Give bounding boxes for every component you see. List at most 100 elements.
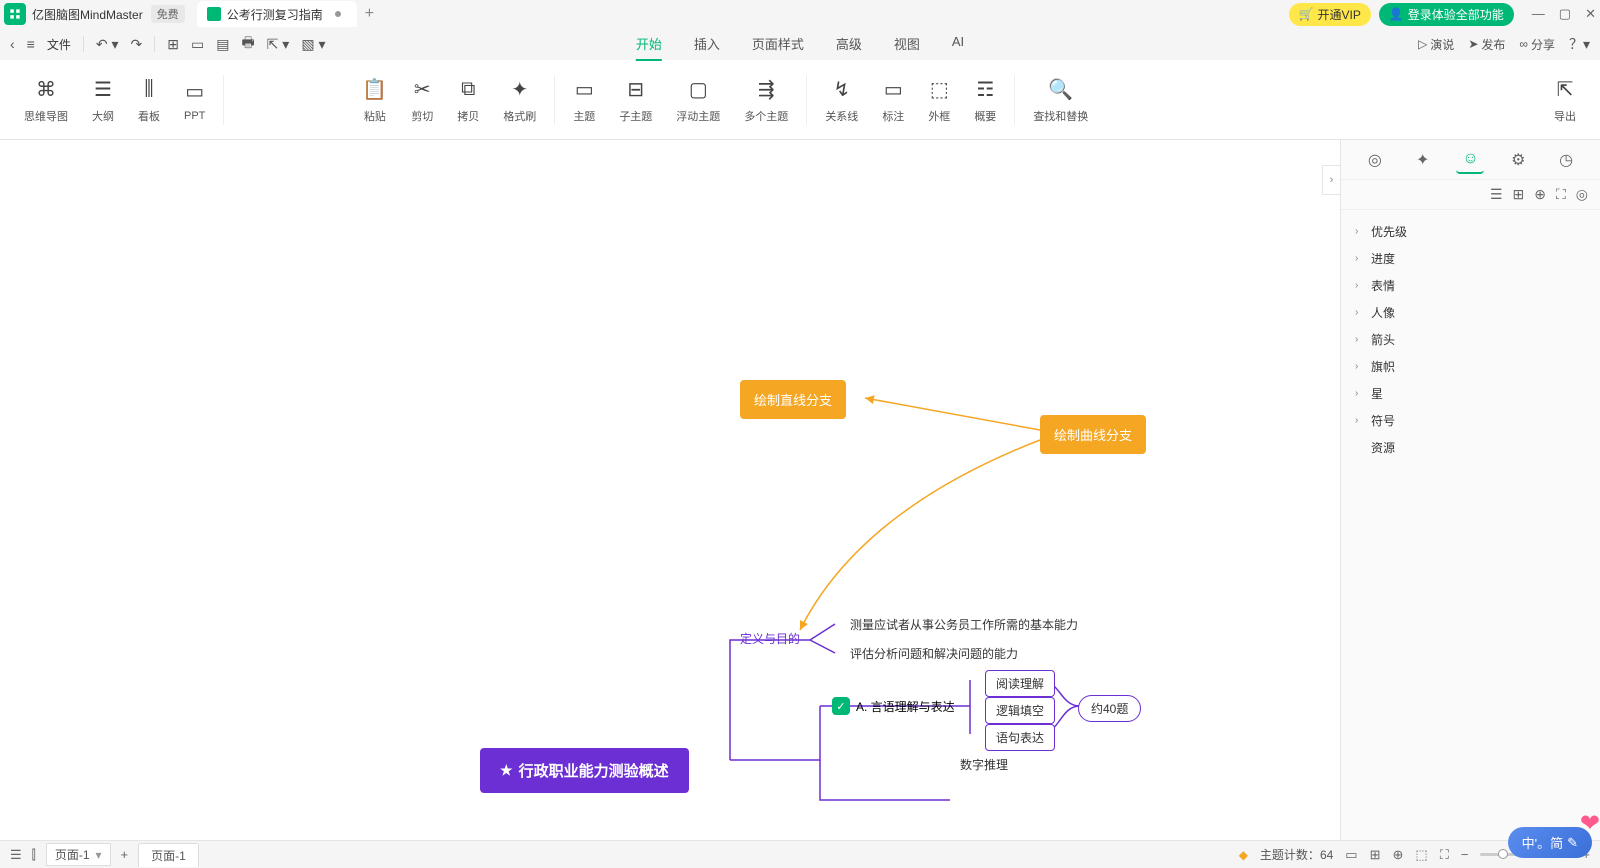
summary-icon: ☶ — [976, 76, 994, 104]
add-button[interactable]: ⊞ — [167, 36, 179, 53]
sb-icon2[interactable]: ⫿ — [32, 847, 36, 863]
login-button[interactable]: 👤登录体验全部功能 — [1379, 3, 1514, 26]
export-button[interactable]: ⇱ ▾ — [267, 36, 290, 53]
multi-topic-button[interactable]: ⇶多个主题 — [732, 60, 800, 139]
settings-icon: ✎ — [1567, 835, 1578, 851]
grid-view-icon[interactable]: ⊞ — [1513, 186, 1525, 203]
cart-icon: 🛒 — [1299, 7, 1314, 21]
page-tab[interactable]: 页面-1 — [138, 843, 199, 867]
tab-insert[interactable]: 插入 — [694, 28, 720, 61]
node-def-target[interactable]: 定义与目的 — [740, 630, 800, 647]
subtopic-button[interactable]: ⊟子主题 — [607, 60, 664, 139]
panel-tab-style[interactable]: ◎ — [1361, 146, 1389, 174]
view-mindmap[interactable]: ⌘思维导图 — [12, 60, 80, 139]
topic-button[interactable]: ▭主题 — [561, 60, 607, 139]
summary-button[interactable]: ☶概要 — [962, 60, 1008, 139]
sb-view3[interactable]: ⊕ — [1393, 847, 1404, 863]
find-replace-button[interactable]: 🔍查找和替换 — [1021, 60, 1100, 139]
add-page-button[interactable]: + — [121, 847, 129, 862]
note-button[interactable]: ▭标注 — [870, 60, 916, 139]
relation-button[interactable]: ↯关系线 — [813, 60, 870, 139]
format-button[interactable]: ✦格式刷 — [491, 60, 548, 139]
icon-category-list: ›优先级 ›进度 ›表情 ›人像 ›箭头 ›旗帜 ›星 ›符号 ›资源 — [1341, 210, 1600, 469]
floating-topic-button[interactable]: ▢浮动主题 — [664, 60, 732, 139]
sb-view2[interactable]: ⊞ — [1370, 847, 1381, 863]
panel-tabs: ◎ ✦ ☺ ⚙ ◷ — [1341, 140, 1600, 180]
paste-button[interactable]: 📋粘贴 — [350, 60, 399, 139]
node-a3[interactable]: 语句表达 — [985, 724, 1055, 751]
menu-icon[interactable]: ≡ — [27, 36, 35, 52]
central-topic[interactable]: ★ 行政职业能力测验概述 — [480, 748, 689, 793]
view-kanban[interactable]: ⫼看板 — [126, 60, 172, 139]
share-menu-button[interactable]: ▧ ▾ — [301, 36, 325, 53]
sb-icon1[interactable]: ☰ — [10, 847, 22, 863]
tab-view[interactable]: 视图 — [894, 28, 920, 61]
share-button[interactable]: ∞分享 — [1519, 36, 1555, 53]
subtopic-icon: ⊟ — [627, 76, 644, 104]
category-people[interactable]: ›人像 — [1355, 299, 1586, 326]
category-arrow[interactable]: ›箭头 — [1355, 326, 1586, 353]
category-progress[interactable]: ›进度 — [1355, 245, 1586, 272]
redo-button[interactable]: ↷ — [131, 36, 143, 53]
undo-button[interactable]: ↶ ▾ — [96, 36, 119, 53]
mindmap-icon: ⌘ — [36, 76, 56, 104]
list-view-icon[interactable]: ☰ — [1490, 186, 1503, 203]
category-emoji[interactable]: ›表情 — [1355, 272, 1586, 299]
close-button[interactable]: ✕ — [1585, 6, 1596, 22]
back-button[interactable]: ‹ — [10, 36, 15, 52]
panel-tab-ai[interactable]: ✦ — [1409, 146, 1437, 174]
minimize-button[interactable]: — — [1532, 6, 1545, 22]
category-symbol[interactable]: ›符号 — [1355, 407, 1586, 434]
add-icon[interactable]: ⊕ — [1534, 186, 1546, 203]
node-a1[interactable]: 阅读理解 — [985, 670, 1055, 697]
canvas[interactable]: 绘制直线分支 绘制曲线分支 定义与目的 测量应试者从事公务员工作所需的基本能力 … — [0, 140, 1340, 840]
node-a-count[interactable]: 约40题 — [1078, 695, 1141, 722]
panel-tab-settings[interactable]: ⚙ — [1504, 146, 1532, 174]
tab-page-style[interactable]: 页面样式 — [752, 28, 804, 61]
view-outline[interactable]: ☰大纲 — [80, 60, 126, 139]
node-section-a[interactable]: ✓ A. 言语理解与表达 — [832, 697, 955, 715]
sb-view4[interactable]: ⬚ — [1415, 847, 1427, 863]
node-number-reasoning[interactable]: 数字推理 — [960, 756, 1008, 773]
page-selector[interactable]: 页面-1▾ — [46, 843, 111, 866]
new-tab-button[interactable]: + — [365, 5, 374, 23]
floating-node-straight[interactable]: 绘制直线分支 — [740, 380, 846, 419]
document-tab[interactable]: 公考行测复习指南 — [197, 1, 357, 27]
print-button[interactable]: 🖶 — [241, 32, 254, 56]
category-flag[interactable]: ›旗帜 — [1355, 353, 1586, 380]
help-button[interactable]: ？▾ — [1569, 34, 1590, 54]
view-ppt[interactable]: ▭PPT — [172, 60, 217, 139]
zoom-out-button[interactable]: − — [1461, 847, 1469, 862]
maximize-button[interactable]: ▢ — [1559, 6, 1571, 22]
copy-button[interactable]: ⧉拷贝 — [445, 60, 491, 139]
right-panel: ◎ ✦ ☺ ⚙ ◷ ☰ ⊞ ⊕ ⛶ ◎ ›优先级 ›进度 ›表情 ›人像 ›箭头… — [1340, 140, 1600, 840]
vip-button[interactable]: 🛒开通VIP — [1289, 3, 1371, 26]
present-button[interactable]: ▷演说 — [1418, 36, 1454, 53]
panel-tab-history[interactable]: ◷ — [1552, 146, 1580, 174]
tab-advanced[interactable]: 高级 — [836, 28, 862, 61]
boundary-button[interactable]: ⬚外框 — [916, 60, 962, 139]
category-priority[interactable]: ›优先级 — [1355, 218, 1586, 245]
panel-tab-icons[interactable]: ☺ — [1456, 146, 1484, 174]
sb-view1[interactable]: ▭ — [1345, 847, 1357, 863]
open-button[interactable]: ▭ — [191, 36, 204, 53]
panel-collapse-button[interactable]: › — [1322, 165, 1340, 195]
file-menu[interactable]: 文件 — [47, 36, 71, 53]
target-icon[interactable]: ◎ — [1576, 186, 1588, 203]
tab-start[interactable]: 开始 — [636, 28, 662, 61]
category-star[interactable]: ›星 — [1355, 380, 1586, 407]
tab-ai[interactable]: AI — [952, 28, 964, 61]
ppt-icon: ▭ — [185, 78, 204, 106]
node-def1[interactable]: 测量应试者从事公务员工作所需的基本能力 — [850, 616, 1078, 633]
node-def2[interactable]: 评估分析问题和解决问题的能力 — [850, 645, 1018, 662]
category-resource[interactable]: ›资源 — [1355, 434, 1586, 461]
export-button[interactable]: ⇱导出 — [1542, 60, 1588, 139]
expand-icon[interactable]: ⛶ — [1556, 186, 1566, 203]
sb-fit[interactable]: ⛶ — [1440, 847, 1449, 863]
publish-button[interactable]: ➤发布 — [1468, 36, 1505, 53]
save-button[interactable]: ▤ — [216, 36, 229, 53]
diamond-icon: ◆ — [1239, 848, 1248, 862]
floating-node-curve[interactable]: 绘制曲线分支 — [1040, 415, 1146, 454]
cut-button[interactable]: ✂剪切 — [399, 60, 445, 139]
node-a2[interactable]: 逻辑填空 — [985, 697, 1055, 724]
